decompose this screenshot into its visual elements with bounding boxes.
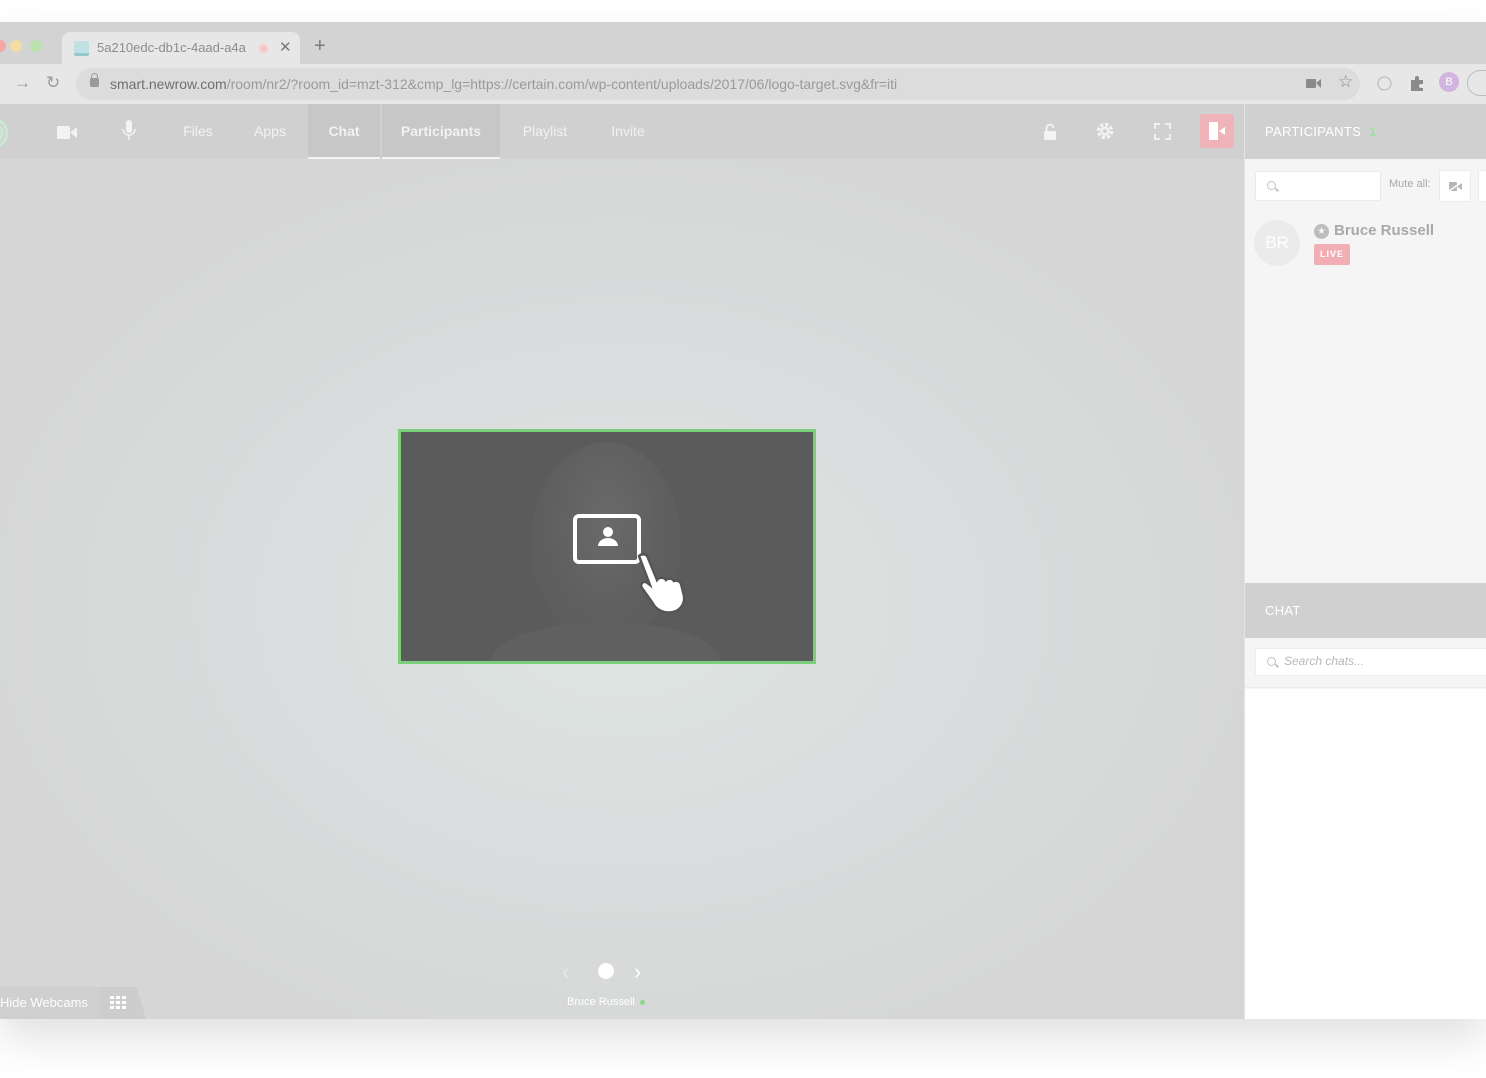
nav-playlist[interactable]: Playlist xyxy=(514,104,576,159)
browser-toolbar: → ↻ smart.newrow.com/room/nr2/?room_id=m… xyxy=(0,64,1486,104)
right-sidebar: PARTICIPANTS 1 Mute all: BR ★ Bruce Russe… xyxy=(1244,104,1486,1019)
click-hand-icon xyxy=(637,553,685,614)
nav-participants[interactable]: Participants xyxy=(382,104,500,159)
fullscreen-icon[interactable] xyxy=(1154,123,1171,140)
chat-messages-area xyxy=(1245,689,1486,1019)
previous-page-button[interactable]: ‹ xyxy=(562,959,569,985)
camera-permission-icon[interactable] xyxy=(1306,78,1321,89)
participants-count: 1 xyxy=(1369,124,1377,139)
extensions-puzzle-icon[interactable] xyxy=(1409,75,1425,91)
reload-icon[interactable]: ↻ xyxy=(46,73,60,93)
url-text: smart.newrow.com/room/nr2/?room_id=mzt-3… xyxy=(110,76,898,92)
bookmark-star-icon[interactable]: ☆ xyxy=(1338,72,1353,92)
online-status-icon xyxy=(639,999,645,1005)
app-logo-icon xyxy=(0,119,9,147)
grid-layout-button[interactable] xyxy=(100,987,146,1019)
nav-files[interactable]: Files xyxy=(172,104,224,159)
minimize-window-button[interactable] xyxy=(10,40,22,52)
microphone-icon[interactable] xyxy=(122,120,136,142)
info-icon[interactable] xyxy=(1377,76,1392,91)
recording-indicator-icon xyxy=(258,43,269,54)
participant-avatar: BR xyxy=(1254,220,1300,266)
new-tab-button[interactable]: + xyxy=(314,36,326,56)
grid-icon xyxy=(110,996,126,1009)
page-indicator-dot[interactable] xyxy=(598,963,614,979)
chat-title: CHAT xyxy=(1265,603,1301,618)
tab-strip: 5a210edc-db1c-4aad-a4a ✕ + xyxy=(0,22,1486,64)
webcam-video-tile[interactable] xyxy=(398,429,816,664)
leave-room-button[interactable] xyxy=(1200,114,1234,148)
nav-chat[interactable]: Chat xyxy=(308,104,380,159)
next-page-button[interactable]: › xyxy=(634,959,641,985)
participant-name: Bruce Russell xyxy=(1334,222,1435,239)
browser-tab[interactable]: 5a210edc-db1c-4aad-a4a ✕ xyxy=(62,32,300,64)
chat-search-field[interactable] xyxy=(1255,648,1486,676)
mute-all-video-button[interactable] xyxy=(1439,170,1471,202)
video-off-icon xyxy=(1449,182,1462,191)
chat-search-bar xyxy=(1245,638,1486,688)
address-bar[interactable]: smart.newrow.com/room/nr2/?room_id=mzt-3… xyxy=(76,68,1360,100)
exit-door-icon xyxy=(1209,122,1225,140)
app-navbar: Files Apps Chat Participants Playlist In… xyxy=(0,104,1244,159)
live-badge: LIVE xyxy=(1314,244,1351,265)
participants-title: PARTICIPANTS 1 xyxy=(1265,124,1377,139)
search-icon xyxy=(1267,657,1276,666)
maximize-window-button[interactable] xyxy=(30,40,42,52)
tab-title: 5a210edc-db1c-4aad-a4a xyxy=(97,40,246,55)
forward-icon[interactable]: → xyxy=(14,73,31,93)
close-window-button[interactable] xyxy=(0,40,6,52)
profile-avatar[interactable]: B xyxy=(1439,72,1459,92)
participants-search-input[interactable] xyxy=(1255,171,1381,201)
presenter-name-label: Bruce Russell xyxy=(567,996,645,1008)
host-star-icon: ★ xyxy=(1314,224,1329,239)
lock-icon xyxy=(90,73,99,87)
video-stage: ‹ › Hide Webcams Bruce Russell xyxy=(0,159,1244,1019)
hide-webcams-button[interactable]: Hide Webcams xyxy=(0,987,100,1019)
nav-invite[interactable]: Invite xyxy=(600,104,656,159)
webcam-icon[interactable] xyxy=(57,126,77,139)
settings-gear-icon[interactable] xyxy=(1095,121,1115,141)
favicon-icon xyxy=(74,41,89,56)
nav-apps[interactable]: Apps xyxy=(246,104,294,159)
tab-close-icon[interactable]: ✕ xyxy=(279,38,292,56)
browser-window: 5a210edc-db1c-4aad-a4a ✕ + → ↻ smart.new… xyxy=(0,22,1486,1019)
participants-header: PARTICIPANTS 1 xyxy=(1245,104,1486,159)
chat-search-input[interactable] xyxy=(1284,654,1474,668)
profile-menu-button[interactable] xyxy=(1467,70,1486,96)
lock-room-icon[interactable] xyxy=(1043,123,1057,141)
chat-header[interactable]: CHAT xyxy=(1245,583,1486,638)
mute-all-label: Mute all: xyxy=(1389,178,1431,190)
search-icon xyxy=(1267,181,1276,190)
mute-all-audio-button[interactable] xyxy=(1478,170,1486,202)
participant-video-shoulders xyxy=(491,622,721,661)
